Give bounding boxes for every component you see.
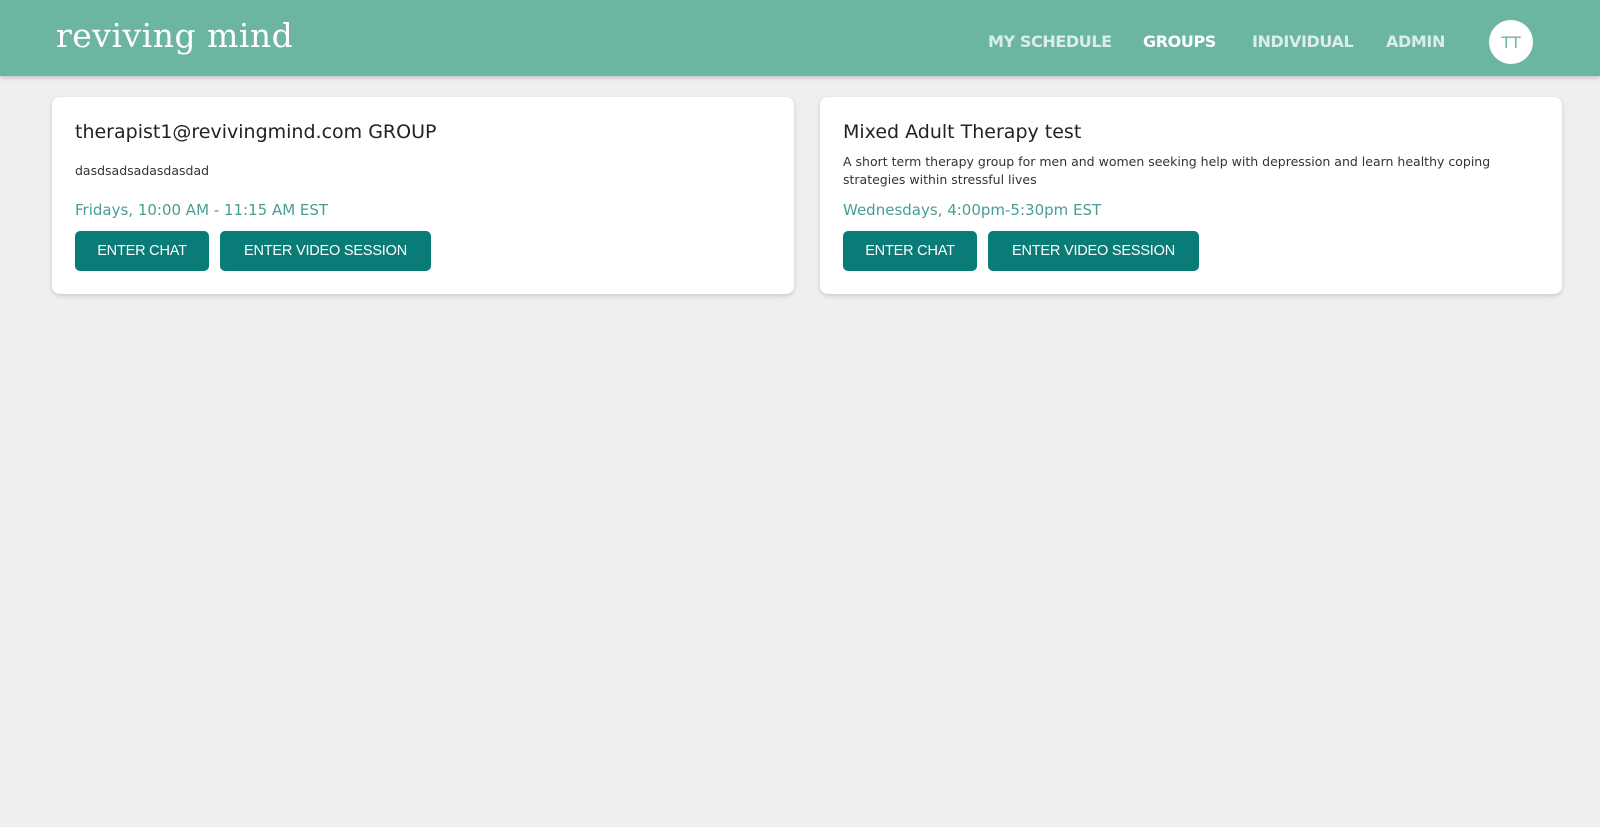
user-avatar[interactable]: TT — [1489, 20, 1533, 64]
group-schedule: Wednesdays, 4:00pm-5:30pm EST — [843, 201, 1102, 219]
enter-video-session-button[interactable]: ENTER VIDEO SESSION — [988, 231, 1199, 271]
enter-chat-button[interactable]: ENTER CHAT — [75, 231, 209, 271]
group-description: A short term therapy group for men and w… — [843, 154, 1491, 187]
group-schedule: Fridays, 10:00 AM - 11:15 AM EST — [75, 201, 329, 219]
enter-chat-button[interactable]: ENTER CHAT — [843, 231, 977, 271]
group-title: Mixed Adult Therapy test — [843, 121, 1082, 143]
nav-individual[interactable]: INDIVIDUAL — [1252, 32, 1354, 51]
app-logo[interactable]: reviving mind — [56, 16, 293, 55]
group-title: therapist1@revivingmind.com GROUP — [75, 121, 437, 143]
nav-groups[interactable]: GROUPS — [1143, 32, 1216, 51]
group-card: Mixed Adult Therapy test A short term th… — [820, 97, 1562, 294]
avatar-initials: TT — [1501, 32, 1521, 52]
group-card: therapist1@revivingmind.com GROUP dasdsa… — [52, 97, 794, 294]
nav-my-schedule[interactable]: MY SCHEDULE — [988, 32, 1112, 51]
group-description: dasdsadsadasdasdad — [75, 163, 210, 178]
top-app-bar: reviving mind MY SCHEDULE GROUPS INDIVID… — [0, 0, 1600, 76]
nav-admin[interactable]: ADMIN — [1386, 32, 1445, 51]
enter-video-session-button[interactable]: ENTER VIDEO SESSION — [220, 231, 431, 271]
